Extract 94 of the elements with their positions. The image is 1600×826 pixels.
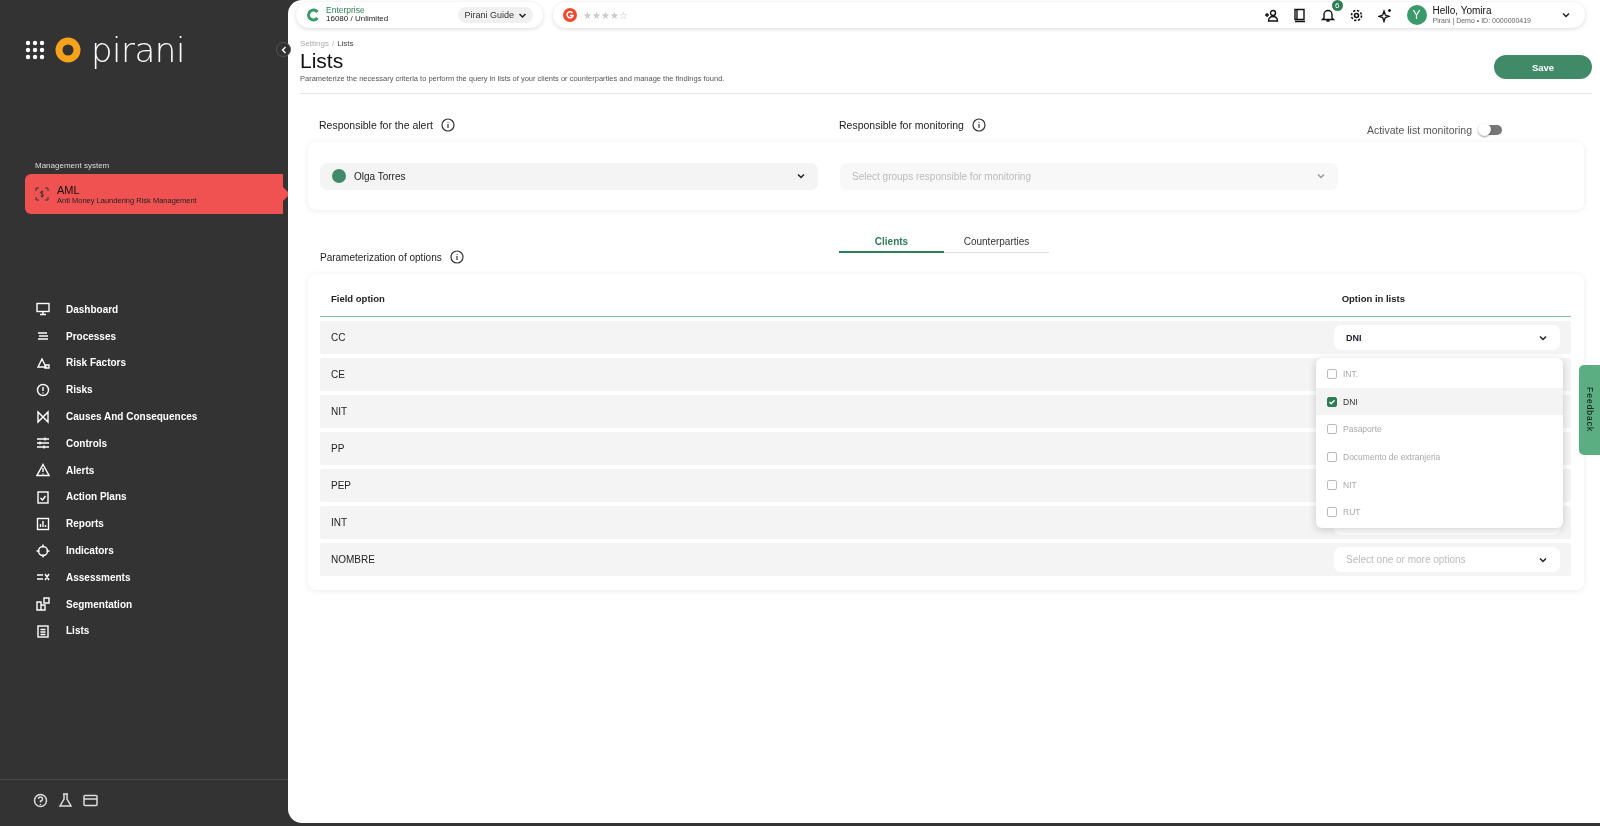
user-avatar: [332, 169, 346, 183]
table-cell: PP: [331, 443, 345, 454]
nav-item[interactable]: Action Plans: [0, 483, 288, 511]
option-label: Pasaporte: [1343, 424, 1382, 435]
factors-icon: [36, 356, 50, 370]
bowtie-icon: [36, 409, 50, 424]
sparkle-icon[interactable]: [1377, 7, 1393, 23]
toggle-label: Activate list monitoring: [1366, 124, 1472, 136]
chevron-down-icon: [796, 171, 806, 181]
notification-badge: 6: [1332, 0, 1343, 11]
tab[interactable]: Clients: [839, 232, 944, 253]
table-cell: CE: [331, 369, 345, 380]
option-label: DNI: [1343, 396, 1358, 407]
column-header: Field option: [331, 293, 385, 304]
star-icon: ★: [610, 9, 619, 21]
option-label: NIT: [1343, 479, 1357, 490]
star-icon: ★: [592, 9, 601, 21]
guide-button[interactable]: Pirani Guide: [458, 7, 533, 23]
nav-item[interactable]: Risks: [0, 376, 288, 404]
checkbox[interactable]: [1327, 451, 1337, 462]
checkbox[interactable]: [1327, 396, 1337, 407]
chevron-down-icon[interactable]: [1561, 10, 1571, 20]
sliders-icon: [36, 436, 50, 451]
option-label: Documento de extranjeria: [1343, 451, 1441, 462]
page-title: Lists: [300, 49, 345, 73]
book-icon[interactable]: [1292, 7, 1307, 23]
card-icon[interactable]: [83, 792, 98, 808]
table-cell: INT: [331, 517, 348, 528]
option-label: RUT: [1343, 507, 1361, 518]
nav-item[interactable]: Indicators: [0, 537, 288, 564]
tab[interactable]: Counterparties: [944, 232, 1049, 253]
clipboard-check-icon: [36, 489, 50, 504]
checkbox[interactable]: [1327, 507, 1337, 518]
logo-text: pirani: [91, 30, 185, 70]
nav-item[interactable]: Causes And Consequences: [0, 403, 288, 430]
star-icon: ★: [601, 9, 610, 21]
bell-icon[interactable]: [1320, 7, 1335, 23]
star-icon: ☆: [619, 9, 628, 21]
checkbox[interactable]: [1327, 424, 1337, 435]
table-cell: NOMBRE: [331, 554, 375, 565]
toggle-switch[interactable]: [1480, 125, 1502, 135]
nav-item[interactable]: Controls: [0, 430, 288, 457]
select-field[interactable]: DNI: [1334, 325, 1560, 350]
table-cell: CC: [331, 332, 346, 343]
flask-icon[interactable]: [58, 792, 73, 808]
chevron-down-icon: [1316, 171, 1326, 181]
nav-item[interactable]: Assessments: [0, 563, 288, 591]
field-label: Responsible for monitoring: [839, 119, 964, 131]
info-icon[interactable]: [449, 250, 464, 264]
chart-icon: [36, 516, 50, 531]
star-icon: ★: [583, 9, 592, 21]
select-field[interactable]: Olga Torres: [320, 162, 818, 190]
alert-circle-icon: [36, 382, 50, 397]
logo-ring-icon: [55, 37, 81, 63]
breadcrumb-current: Lists: [337, 39, 354, 48]
nav-item[interactable]: Lists: [0, 617, 288, 645]
breadcrumb-separator: /: [331, 39, 335, 48]
g-logo-icon[interactable]: [563, 8, 577, 22]
nav-item[interactable]: Processes: [0, 322, 288, 350]
plan-name: Enterprise: [326, 6, 366, 16]
nav-item[interactable]: Alerts: [0, 456, 288, 484]
list-icon: [36, 623, 50, 638]
nav-item[interactable]: Risk Factors: [0, 349, 288, 377]
user-greeting: Hello, Yomira: [1432, 6, 1493, 17]
monitor-icon: [36, 302, 50, 317]
section-label: Management system: [35, 161, 111, 170]
plan-usage: 16080 / Unlimited: [326, 15, 389, 24]
info-icon[interactable]: [971, 118, 986, 132]
target-icon: [36, 543, 50, 558]
settings-icon[interactable]: [1348, 7, 1364, 23]
money-scan-icon: [35, 187, 49, 201]
help-icon[interactable]: [33, 792, 48, 808]
logo-c-icon: [306, 8, 320, 22]
chevron-left-icon: [279, 45, 288, 54]
nav-item[interactable]: Reports: [0, 510, 288, 538]
column-header: Option in lists: [1341, 293, 1405, 304]
nav-item[interactable]: Dashboard: [0, 296, 288, 323]
section-title: Parameterization of options: [320, 251, 442, 263]
warning-icon: [36, 463, 50, 478]
table-cell: NIT: [331, 406, 348, 417]
feedback-tab[interactable]: Feedback: [1579, 365, 1600, 455]
grid-icon: [36, 597, 50, 612]
nav-item[interactable]: Segmentation: [0, 590, 288, 618]
option-label: INT.: [1343, 368, 1359, 379]
checkbox[interactable]: [1327, 479, 1337, 490]
info-icon[interactable]: [440, 118, 455, 132]
save-button[interactable]: Save: [1494, 55, 1592, 79]
add-user-icon[interactable]: [1263, 7, 1279, 23]
dropdown-option[interactable]: DNI: [1316, 387, 1563, 416]
apps-grid-icon[interactable]: [25, 40, 45, 60]
module-title: AML: [57, 183, 81, 196]
table-cell: PEP: [331, 480, 351, 491]
checkbox[interactable]: [1327, 368, 1337, 379]
field-label: Responsible for the alert: [319, 119, 433, 131]
